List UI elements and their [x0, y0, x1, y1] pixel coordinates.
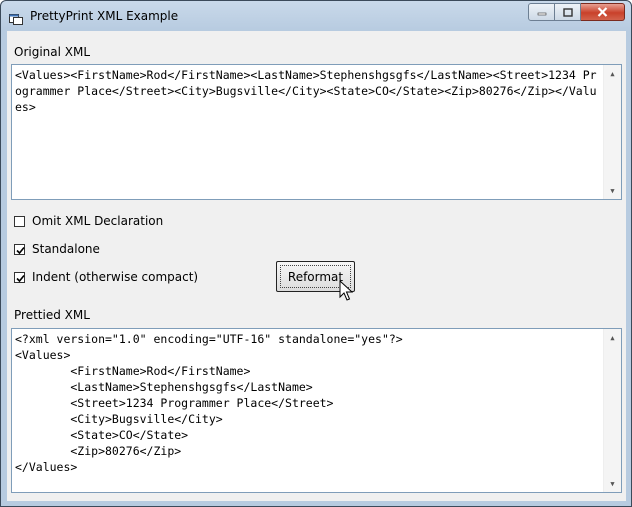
close-button[interactable] [581, 3, 625, 21]
arrow-up-icon: ▲ [610, 69, 615, 78]
standalone-label: Standalone [32, 242, 100, 256]
xml-line: <Street>1234 Programmer Place</Street> [15, 396, 334, 410]
client-area: Original XML <Values><FirstName>Rod</Fir… [7, 31, 626, 501]
mouse-pointer-icon [339, 280, 353, 301]
maximize-button[interactable] [555, 3, 581, 21]
checkmark-icon [16, 274, 25, 282]
indent-checkbox-row[interactable]: Indent (otherwise compact) [14, 269, 198, 285]
scroll-up-button[interactable]: ▲ [604, 65, 621, 82]
xml-line: <Values> [15, 348, 71, 362]
omit-xml-checkbox[interactable] [14, 215, 25, 227]
prettied-xml-text: <?xml version="1.0" encoding="UTF-16" st… [15, 331, 603, 475]
xml-line: <FirstName>Rod</FirstName> [15, 364, 251, 378]
arrow-down-icon: ▼ [610, 186, 615, 195]
standalone-checkbox[interactable] [14, 243, 25, 255]
caption-buttons [528, 3, 625, 21]
window-title: PrettyPrint XML Example [30, 9, 179, 23]
close-icon [597, 7, 608, 17]
omit-xml-checkbox-row[interactable]: Omit XML Declaration [14, 213, 163, 229]
prettied-xml-label: Prettied XML [14, 308, 90, 322]
arrow-down-icon: ▼ [610, 479, 615, 488]
scroll-down-button[interactable]: ▼ [604, 182, 621, 199]
original-xml-textbox[interactable]: <Values><FirstName>Rod</FirstName><LastN… [11, 64, 622, 200]
xml-line: </Values> [15, 460, 78, 474]
app-window: PrettyPrint XML Example Original XML <Va… [0, 0, 632, 507]
scroll-down-button[interactable]: ▼ [604, 475, 621, 492]
xml-line: <City>Bugsville</City> [15, 412, 223, 426]
title-bar[interactable]: PrettyPrint XML Example [1, 1, 631, 31]
xml-line: <State>CO</State> [15, 428, 189, 442]
indent-checkbox[interactable] [14, 271, 25, 283]
minimize-icon [537, 12, 546, 16]
standalone-checkbox-row[interactable]: Standalone [14, 241, 100, 257]
minimize-button[interactable] [528, 3, 555, 21]
xml-line: <?xml version="1.0" encoding="UTF-16" st… [15, 332, 403, 346]
prettied-xml-textbox[interactable]: <?xml version="1.0" encoding="UTF-16" st… [11, 328, 622, 493]
omit-xml-label: Omit XML Declaration [32, 214, 164, 228]
original-xml-label: Original XML [14, 45, 91, 59]
xml-line: <Zip>80276</Zip> [15, 444, 182, 458]
scroll-up-button[interactable]: ▲ [604, 329, 621, 346]
arrow-up-icon: ▲ [610, 333, 615, 342]
original-xml-text: <Values><FirstName>Rod</FirstName><LastN… [15, 68, 597, 114]
indent-label: Indent (otherwise compact) [32, 270, 199, 284]
prettied-xml-scrollbar[interactable]: ▲ ▼ [603, 329, 621, 492]
xml-line: <LastName>Stephenshgsgfs</LastName> [15, 380, 313, 394]
original-xml-scrollbar[interactable]: ▲ ▼ [603, 65, 621, 199]
maximize-icon [562, 7, 573, 17]
app-window-icon[interactable] [9, 10, 23, 25]
checkmark-icon [16, 246, 25, 254]
